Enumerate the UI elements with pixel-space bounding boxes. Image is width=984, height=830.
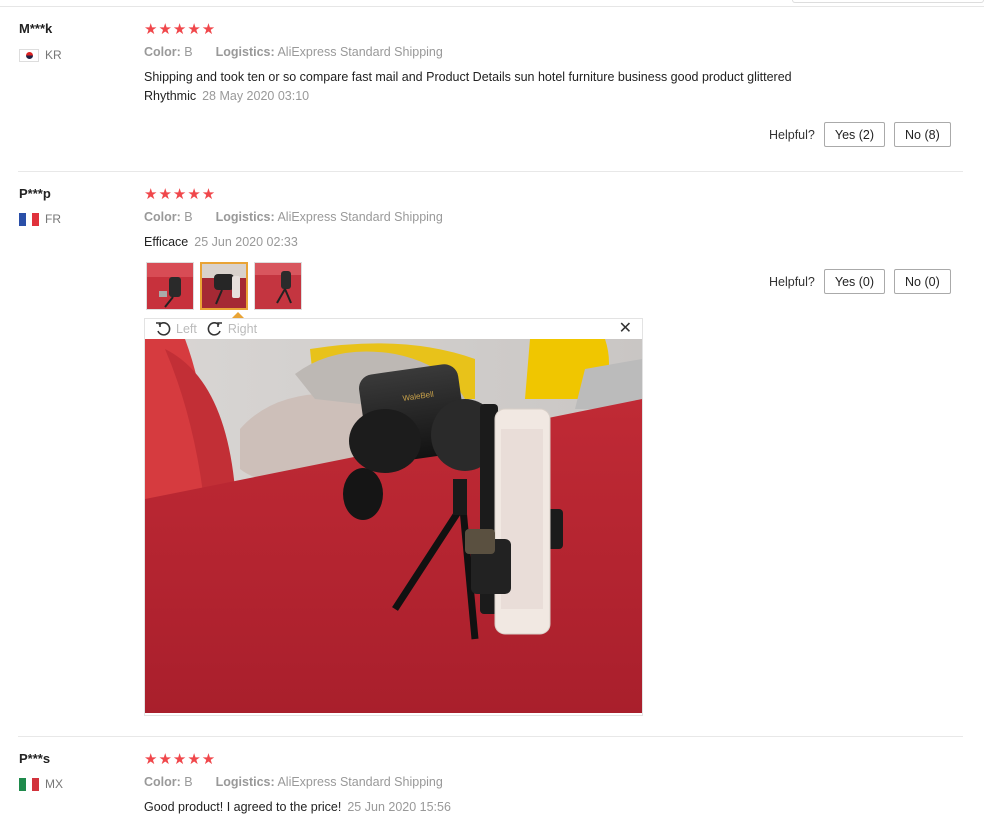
logistics-value: AliExpress Standard Shipping	[277, 775, 443, 789]
country-code: FR	[45, 212, 61, 226]
logistics-value: AliExpress Standard Shipping	[277, 45, 443, 59]
color-value: B	[184, 45, 193, 59]
logistics-value: AliExpress Standard Shipping	[277, 210, 443, 224]
review-text-line: Efficace 25 Jun 2020 02:33	[144, 235, 298, 249]
star-rating: ★★★★★	[144, 751, 217, 768]
photo-viewer: Left Right ✕ WaleBell	[144, 318, 643, 716]
country-code: KR	[45, 48, 62, 62]
logistics-label: Logistics:	[215, 775, 275, 789]
star-rating: ★★★★★	[144, 21, 217, 38]
review-text-line: Good product! I agreed to the price! 25 J…	[144, 800, 451, 814]
review-text: Good product! I agreed to the price!	[144, 800, 342, 814]
review-photo: WaleBell	[145, 339, 642, 713]
reviewer-country: FR	[19, 212, 61, 226]
reviewer-country: KR	[19, 48, 62, 62]
reviewer-country: MX	[19, 777, 63, 791]
review-text-continued: Rhythmic	[144, 89, 197, 103]
review-text-line2: Rhythmic 28 May 2020 03:10	[144, 89, 309, 103]
logistics-label: Logistics:	[215, 45, 275, 59]
photo-thumbnail-2[interactable]	[200, 262, 248, 310]
sku-info: Color: B Logistics: AliExpress Standard …	[144, 775, 443, 789]
helpful-no-button[interactable]: No (8)	[894, 122, 951, 147]
helpful-yes-button[interactable]: Yes (2)	[823, 122, 886, 147]
mexico-flag-icon	[19, 777, 39, 791]
review-date: 28 May 2020 03:10	[202, 89, 310, 103]
sku-info: Color: B Logistics: AliExpress Standard …	[144, 210, 443, 224]
review-date: 25 Jun 2020 15:56	[347, 800, 451, 814]
rotate-right-icon	[207, 322, 222, 336]
color-label: Color:	[144, 775, 181, 789]
photo-thumbnail-1[interactable]	[146, 262, 194, 310]
color-label: Color:	[144, 45, 181, 59]
photo-thumbnails	[146, 262, 308, 310]
helpful-section: Helpful? Yes (2) No (8)	[769, 122, 951, 147]
rotate-left-icon	[156, 322, 171, 336]
review-date: 25 Jun 2020 02:33	[194, 235, 298, 249]
reviewer-name: P***p	[19, 186, 51, 201]
rotate-left-button[interactable]: Left	[155, 321, 197, 337]
logistics-label: Logistics:	[215, 210, 275, 224]
star-rating: ★★★★★	[144, 186, 217, 203]
rotate-left-label: Left	[176, 322, 197, 336]
sku-info: Color: B Logistics: AliExpress Standard …	[144, 45, 443, 59]
review-body: ★★★★★	[144, 22, 216, 38]
helpful-label: Helpful?	[769, 274, 815, 289]
close-icon[interactable]: ✕	[619, 320, 632, 338]
rotate-right-label: Right	[227, 322, 258, 336]
photo-thumbnail-3[interactable]	[254, 262, 302, 310]
helpful-no-button[interactable]: No (0)	[894, 269, 951, 294]
review-divider	[18, 736, 963, 737]
viewer-toolbar: Left Right ✕	[145, 319, 642, 339]
korea-flag-icon	[19, 48, 39, 62]
helpful-section: Helpful? Yes (0) No (0)	[769, 269, 951, 294]
review-text: Shipping and took ten or so compare fast…	[144, 70, 792, 84]
color-label: Color:	[144, 210, 181, 224]
color-value: B	[184, 775, 193, 789]
review-divider	[18, 171, 963, 172]
country-code: MX	[45, 777, 63, 791]
top-divider	[0, 6, 984, 7]
helpful-yes-button[interactable]: Yes (0)	[823, 269, 886, 294]
review-text: Efficace	[144, 235, 189, 249]
reviewer-name: M***k	[19, 21, 53, 36]
france-flag-icon	[19, 212, 39, 226]
color-value: B	[184, 210, 193, 224]
helpful-label: Helpful?	[769, 127, 815, 142]
sort-dropdown-edge[interactable]	[792, 0, 984, 3]
reviewer-name: P***s	[19, 751, 51, 766]
rotate-right-button[interactable]: Right	[207, 321, 257, 337]
